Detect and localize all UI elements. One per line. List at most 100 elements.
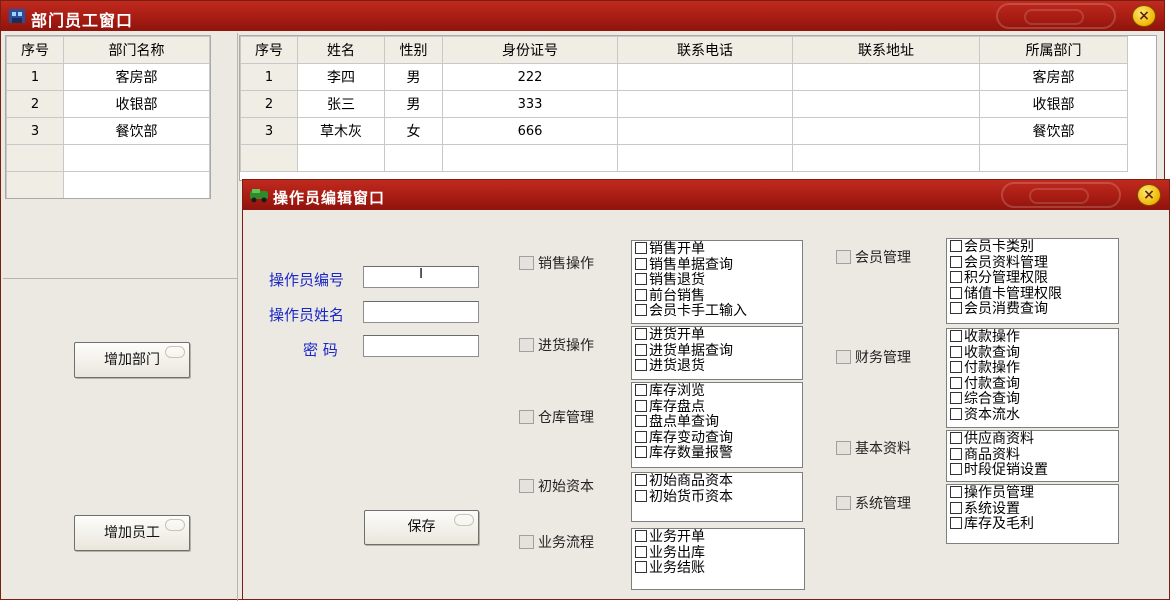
group-checkbox-sales[interactable]: 销售操作 xyxy=(519,253,594,273)
add-employee-button[interactable]: 增加员工 xyxy=(74,515,190,551)
table-row[interactable]: 3 草木灰 女 666 餐饮部 xyxy=(240,117,1128,145)
perm-checkbox[interactable]: 商品资料 xyxy=(950,447,1115,464)
dept-name-cell[interactable] xyxy=(63,171,210,198)
perm-checkbox[interactable]: 会员卡手工输入 xyxy=(635,304,799,320)
department-cell[interactable]: 餐饮部 xyxy=(979,117,1128,145)
perm-checkbox[interactable]: 销售开单 xyxy=(635,241,799,258)
address-cell[interactable] xyxy=(792,144,980,172)
id-number-cell[interactable]: 666 xyxy=(442,117,618,145)
table-row[interactable]: 2 收银部 xyxy=(6,90,210,118)
perm-checkbox[interactable]: 收款查询 xyxy=(950,345,1115,362)
perm-checkbox[interactable]: 收款操作 xyxy=(950,329,1115,346)
perm-checkbox[interactable]: 前台销售 xyxy=(635,288,799,305)
department-cell[interactable]: 客房部 xyxy=(979,63,1128,91)
add-department-button[interactable]: 增加部门 xyxy=(74,342,190,378)
table-row[interactable] xyxy=(6,171,210,198)
perm-checkbox[interactable]: 库存及毛利 xyxy=(950,516,1115,533)
perm-checkbox[interactable]: 初始货币资本 xyxy=(635,489,799,506)
column-header[interactable]: 序号 xyxy=(240,36,298,64)
perm-checkbox[interactable]: 进货开单 xyxy=(635,327,799,344)
group-checkbox-system[interactable]: 系统管理 xyxy=(836,493,911,513)
perm-checkbox[interactable]: 库存盘点 xyxy=(635,399,799,416)
perm-checkbox[interactable]: 储值卡管理权限 xyxy=(950,286,1115,303)
operator-name-input[interactable] xyxy=(363,301,479,323)
phone-cell[interactable] xyxy=(617,90,793,118)
group-checkbox-member[interactable]: 会员管理 xyxy=(836,247,911,267)
column-header[interactable]: 所属部门 xyxy=(979,36,1128,64)
gender-cell[interactable]: 男 xyxy=(384,90,443,118)
perm-checkbox[interactable]: 供应商资料 xyxy=(950,431,1115,448)
name-cell[interactable]: 李四 xyxy=(297,63,385,91)
perm-checkbox[interactable]: 库存变动查询 xyxy=(635,430,799,447)
operator-window-titlebar[interactable]: 操作员编辑窗口 × xyxy=(243,180,1169,210)
phone-cell[interactable] xyxy=(617,63,793,91)
perm-checkbox[interactable]: 积分管理权限 xyxy=(950,270,1115,287)
column-header[interactable]: 身份证号 xyxy=(442,36,618,64)
address-cell[interactable] xyxy=(792,90,980,118)
name-cell[interactable] xyxy=(297,144,385,172)
id-number-cell[interactable]: 222 xyxy=(442,63,618,91)
perm-checkbox[interactable]: 业务出库 xyxy=(635,545,801,562)
column-header[interactable]: 联系电话 xyxy=(617,36,793,64)
perm-checkbox[interactable]: 会员资料管理 xyxy=(950,255,1115,272)
group-checkbox-warehouse[interactable]: 仓库管理 xyxy=(519,407,594,427)
address-cell[interactable] xyxy=(792,117,980,145)
id-number-cell[interactable] xyxy=(442,144,618,172)
operator-window-close-button[interactable]: × xyxy=(1137,184,1161,206)
perm-checkbox[interactable]: 付款查询 xyxy=(950,376,1115,393)
phone-cell[interactable] xyxy=(617,117,793,145)
save-button[interactable]: 保存 xyxy=(364,510,479,545)
gender-cell[interactable]: 男 xyxy=(384,63,443,91)
address-cell[interactable] xyxy=(792,63,980,91)
operator-id-input[interactable]: I xyxy=(363,266,479,288)
table-row[interactable] xyxy=(6,144,210,172)
perm-checkbox[interactable]: 综合查询 xyxy=(950,392,1115,408)
column-header[interactable]: 序号 xyxy=(6,36,64,64)
perm-checkbox[interactable]: 资本流水 xyxy=(950,407,1115,424)
id-number-cell[interactable]: 333 xyxy=(442,90,618,118)
group-checkbox-initial-capital[interactable]: 初始资本 xyxy=(519,476,594,496)
perm-checkbox[interactable]: 初始商品资本 xyxy=(635,473,799,490)
perm-checkbox[interactable]: 盘点单查询 xyxy=(635,414,799,431)
perm-checkbox[interactable]: 付款操作 xyxy=(950,360,1115,377)
column-header[interactable]: 部门名称 xyxy=(63,36,210,64)
perm-checkbox[interactable]: 进货退货 xyxy=(635,358,799,375)
table-row[interactable]: 3 餐饮部 xyxy=(6,117,210,145)
perm-checkbox[interactable]: 时段促销设置 xyxy=(950,462,1115,479)
column-header[interactable]: 联系地址 xyxy=(792,36,980,64)
column-header[interactable]: 性别 xyxy=(384,36,443,64)
gender-cell[interactable]: 女 xyxy=(384,117,443,145)
perm-checkbox[interactable]: 业务开单 xyxy=(635,529,801,546)
department-cell[interactable]: 收银部 xyxy=(979,90,1128,118)
password-input[interactable] xyxy=(363,335,479,357)
table-row[interactable]: 1 李四 男 222 客房部 xyxy=(240,63,1128,91)
perm-checkbox[interactable]: 库存浏览 xyxy=(635,383,799,400)
department-cell[interactable] xyxy=(979,144,1128,172)
phone-cell[interactable] xyxy=(617,144,793,172)
group-checkbox-workflow[interactable]: 业务流程 xyxy=(519,532,594,552)
dept-window-titlebar[interactable]: 部门员工窗口 × xyxy=(1,1,1164,31)
gender-cell[interactable] xyxy=(384,144,443,172)
name-cell[interactable]: 张三 xyxy=(297,90,385,118)
perm-checkbox[interactable]: 进货单据查询 xyxy=(635,343,799,360)
perm-checkbox[interactable]: 会员卡类别 xyxy=(950,239,1115,256)
table-row[interactable] xyxy=(240,144,1128,172)
group-checkbox-finance[interactable]: 财务管理 xyxy=(836,347,911,367)
dept-name-cell[interactable]: 餐饮部 xyxy=(63,117,210,145)
perm-checkbox[interactable]: 销售退货 xyxy=(635,272,799,289)
group-checkbox-purchase[interactable]: 进货操作 xyxy=(519,335,594,355)
group-checkbox-basic-data[interactable]: 基本资料 xyxy=(836,438,911,458)
column-header[interactable]: 姓名 xyxy=(297,36,385,64)
perm-checkbox[interactable]: 库存数量报警 xyxy=(635,446,799,462)
perm-checkbox[interactable]: 操作员管理 xyxy=(950,485,1115,502)
perm-checkbox[interactable]: 业务结账 xyxy=(635,560,801,577)
dept-window-close-button[interactable]: × xyxy=(1132,5,1156,27)
table-row[interactable]: 2 张三 男 333 收银部 xyxy=(240,90,1128,118)
table-row[interactable]: 1 客房部 xyxy=(6,63,210,91)
perm-checkbox[interactable]: 系统设置 xyxy=(950,501,1115,518)
perm-checkbox[interactable]: 销售单据查询 xyxy=(635,257,799,274)
dept-name-cell[interactable]: 收银部 xyxy=(63,90,210,118)
dept-name-cell[interactable]: 客房部 xyxy=(63,63,210,91)
perm-checkbox[interactable]: 会员消费查询 xyxy=(950,302,1115,318)
dept-name-cell[interactable] xyxy=(63,144,210,172)
